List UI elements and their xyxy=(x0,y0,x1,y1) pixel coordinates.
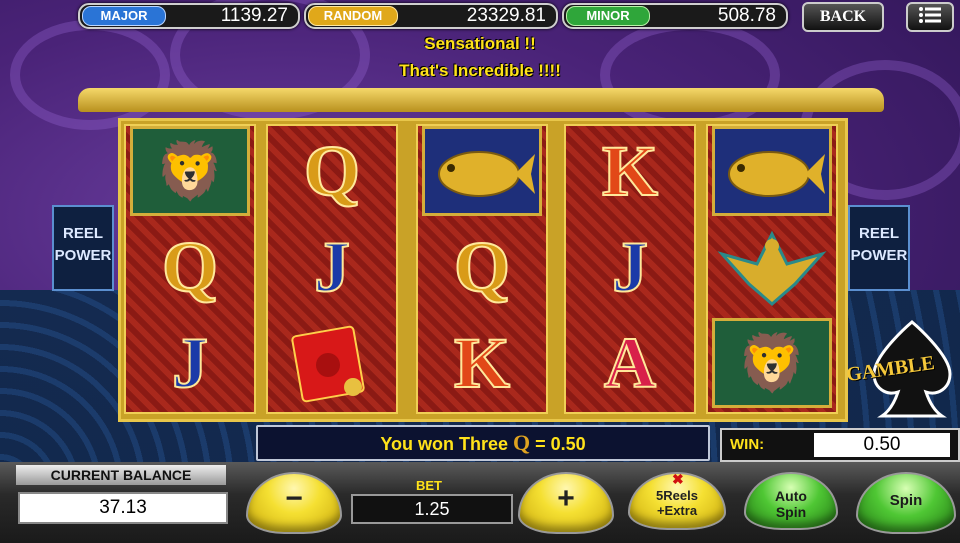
jackpot-major-value: 1139.27 xyxy=(220,5,288,26)
reel-power-line2: POWER xyxy=(54,247,112,264)
win-display: WIN: 0.50 xyxy=(720,428,960,462)
win-message-prefix: You won Three xyxy=(380,434,508,454)
reel-power-line1: REEL xyxy=(858,225,899,242)
symbol-lion: 🦁 xyxy=(130,126,250,216)
symbol-q: Q xyxy=(453,227,511,307)
bet-label: BET xyxy=(416,478,442,493)
red-envelope-icon xyxy=(291,325,365,403)
win-value: 0.50 xyxy=(814,433,950,457)
celebration-line-1: Sensational !! xyxy=(424,34,536,53)
current-balance-label: CURRENT BALANCE xyxy=(16,465,226,485)
symbol-koi-fish xyxy=(422,126,542,216)
symbol-j: J xyxy=(611,227,649,307)
extra-line1: 5Reels xyxy=(656,488,698,503)
auto-spin-line1: Auto xyxy=(775,488,807,504)
win-message-symbol: Q xyxy=(513,430,531,455)
symbol-k: K xyxy=(601,131,659,211)
win-label: WIN: xyxy=(730,436,765,453)
symbol-lion: 🦁 xyxy=(712,318,832,408)
reel-1: 🦁 Q J xyxy=(124,124,256,414)
koi-fish-icon xyxy=(728,151,825,197)
koi-fish-icon xyxy=(438,151,535,197)
reel-power-logo-left: REEL POWER xyxy=(52,205,114,291)
reel-4: K J A xyxy=(564,124,696,414)
reel-3: Q K xyxy=(416,124,548,414)
pagoda-roof xyxy=(78,88,884,112)
symbol-q: Q xyxy=(161,227,219,307)
plus-icon: + xyxy=(557,482,575,515)
jackpot-random-value: 23329.81 xyxy=(466,5,546,26)
bet-value: 1.25 xyxy=(351,494,513,524)
reel-power-logo-right: REEL POWER xyxy=(848,205,910,291)
jackpot-major: MAJOR 1139.27 xyxy=(78,3,300,29)
symbol-a: A xyxy=(603,323,657,403)
current-balance-value: 37.13 xyxy=(18,492,228,524)
win-message: You won Three Q = 0.50 xyxy=(256,425,710,461)
gamble-button[interactable]: GAMBLE xyxy=(842,318,960,422)
symbol-k: K xyxy=(453,323,511,403)
phoenix-icon xyxy=(717,230,827,306)
spin-label: Spin xyxy=(889,492,923,509)
win-message-suffix: = 0.50 xyxy=(535,434,586,454)
jackpot-minor: MINOR 508.78 xyxy=(562,3,788,29)
symbol-phoenix xyxy=(712,222,832,312)
reel-power-line2: POWER xyxy=(850,247,908,264)
jackpot-random: RANDOM 23329.81 xyxy=(304,3,558,29)
reel-5: 🦁 xyxy=(706,124,838,414)
menu-button[interactable] xyxy=(906,2,954,32)
back-button[interactable]: BACK xyxy=(802,2,884,32)
reel-2: Q J xyxy=(266,124,398,414)
jackpot-random-label: RANDOM xyxy=(308,6,398,26)
symbol-koi-fish xyxy=(712,126,832,216)
minus-icon: − xyxy=(285,482,303,515)
auto-spin-line2: Spin xyxy=(775,504,807,520)
celebration-line-2: That's Incredible !!!! xyxy=(399,61,561,80)
symbol-j: J xyxy=(171,323,209,403)
symbol-q: Q xyxy=(303,131,361,211)
symbol-red-envelope xyxy=(272,318,392,408)
symbol-j: J xyxy=(313,227,351,307)
jackpot-major-label: MAJOR xyxy=(82,6,166,26)
jackpot-minor-label: MINOR xyxy=(566,6,650,26)
reel-power-line1: REEL xyxy=(62,225,103,242)
close-icon: ✖ xyxy=(672,471,684,487)
extra-line2: +Extra xyxy=(656,503,698,518)
menu-icon xyxy=(919,7,941,23)
jackpot-minor-value: 508.78 xyxy=(717,5,776,26)
